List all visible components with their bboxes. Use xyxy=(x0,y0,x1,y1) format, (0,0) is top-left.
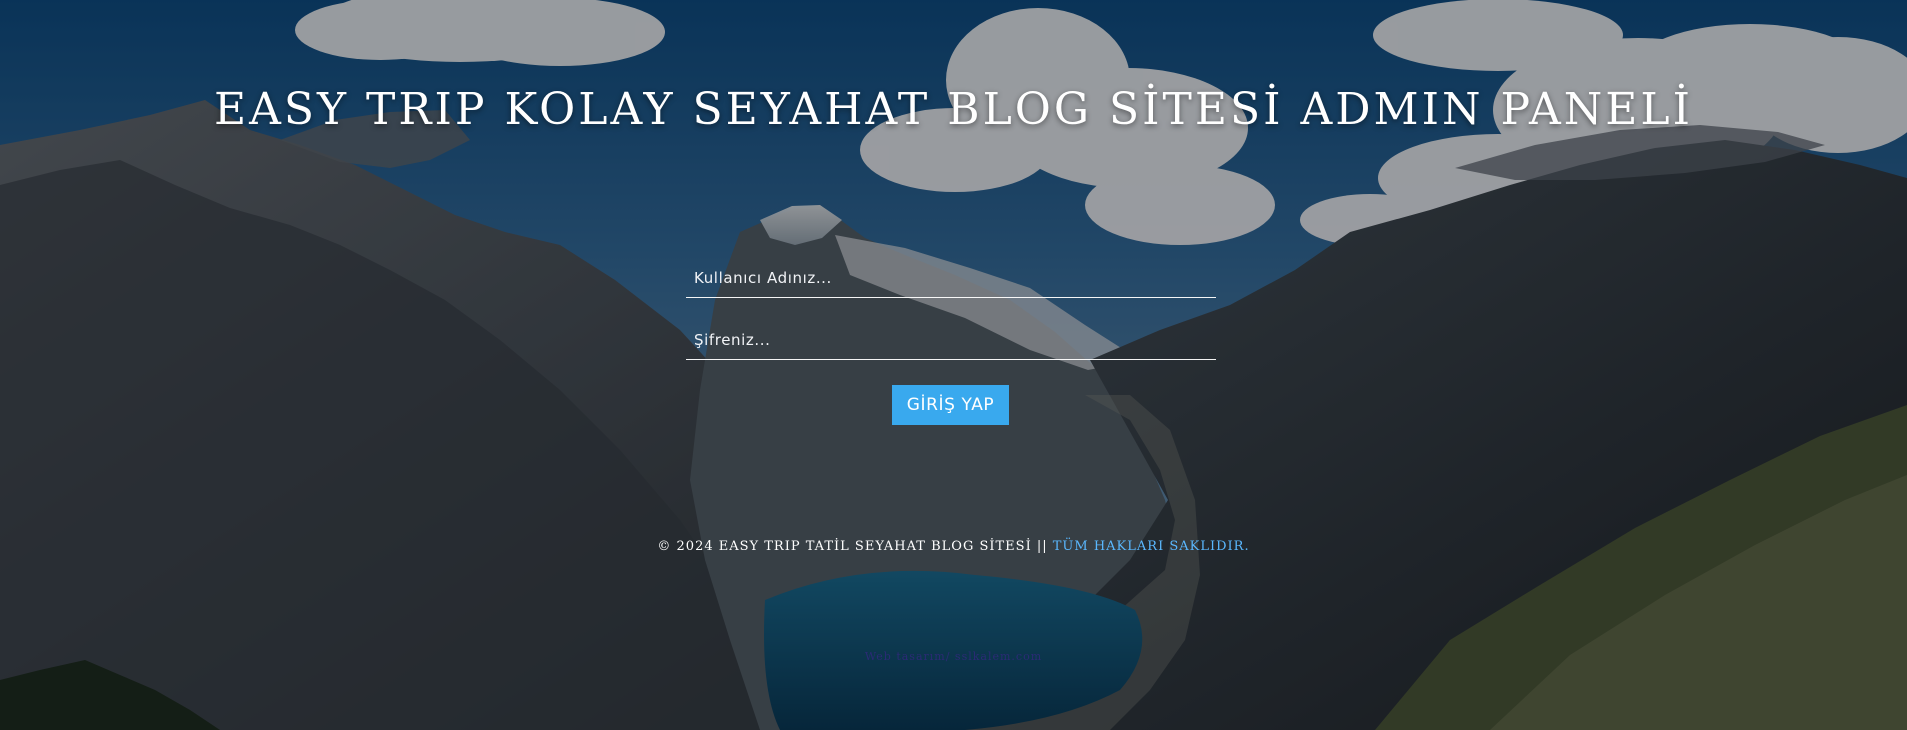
login-form xyxy=(686,258,1216,360)
username-input[interactable] xyxy=(686,258,1216,298)
faint-credit-text: Web tasarım/ sslkalem.com xyxy=(864,650,1043,663)
admin-login-page: EASY TRIP KOLAY SEYAHAT BLOG SİTESİ ADMI… xyxy=(0,0,1907,730)
footer-copyright-text: © 2024 EASY TRIP TATİL SEYAHAT BLOG SİTE… xyxy=(657,539,1053,554)
login-content: EASY TRIP KOLAY SEYAHAT BLOG SİTESİ ADMI… xyxy=(0,0,1907,730)
footer: © 2024 EASY TRIP TATİL SEYAHAT BLOG SİTE… xyxy=(0,539,1907,554)
footer-rights-link[interactable]: TÜM HAKLARI SAKLIDIR. xyxy=(1053,539,1250,554)
password-input[interactable] xyxy=(686,320,1216,360)
login-button[interactable]: GİRİŞ YAP xyxy=(892,385,1009,425)
page-title: EASY TRIP KOLAY SEYAHAT BLOG SİTESİ ADMI… xyxy=(213,84,1694,135)
